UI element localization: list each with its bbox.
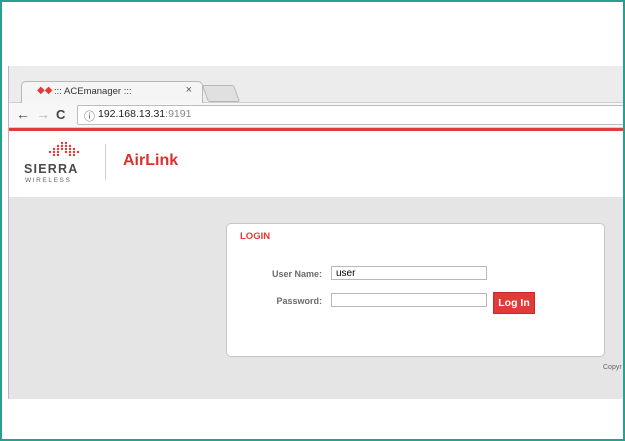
company-name: SIERRA — [24, 162, 78, 176]
back-arrow-icon[interactable]: ← — [16, 106, 30, 122]
tab-strip: ◆◆ ::: ACEmanager ::: × — [9, 66, 623, 103]
address-url[interactable]: 192.168.13.31:9191 — [98, 108, 191, 120]
sierra-wireless-logo: SIERRA WIRELESS — [24, 141, 80, 184]
password-input[interactable] — [331, 293, 487, 307]
logo-divider — [105, 144, 106, 180]
sierra-favicon-icon: ◆◆ — [37, 85, 53, 96]
tab-title: ::: ACEmanager ::: — [54, 86, 132, 97]
browser-tab[interactable]: ◆◆ ::: ACEmanager ::: × — [21, 81, 203, 103]
copyright-text: Copyr — [603, 364, 622, 371]
info-icon[interactable]: ⓘ — [84, 108, 95, 124]
reload-icon[interactable]: C — [56, 107, 65, 122]
browser-window: ◆◆ ::: ACEmanager ::: × ← → C ⓘ 192.168.… — [8, 66, 623, 399]
login-title: LOGIN — [240, 231, 271, 242]
page-header: SIERRA WIRELESS AirLink — [9, 131, 623, 197]
new-tab-button[interactable] — [201, 85, 241, 102]
url-port: :9191 — [165, 108, 192, 120]
tab-close-icon[interactable]: × — [186, 84, 192, 96]
password-label: Password: — [276, 296, 322, 306]
forward-arrow-icon[interactable]: → — [36, 106, 50, 122]
airlink-product-name: AirLink — [123, 152, 179, 169]
username-input[interactable] — [331, 266, 487, 280]
content-area: LOGIN User Name: Password: Log In Copyr — [9, 197, 623, 399]
login-button[interactable]: Log In — [493, 292, 535, 314]
username-label: User Name: — [271, 269, 322, 279]
address-bar[interactable]: ⓘ 192.168.13.31:9191 — [77, 105, 623, 125]
web-page: SIERRA WIRELESS AirLink LOGIN User Name:… — [9, 128, 623, 399]
company-sub: WIRELESS — [25, 177, 71, 184]
url-host: 192.168.13.31 — [98, 108, 166, 120]
browser-toolbar: ← → C ⓘ 192.168.13.31:9191 — [9, 103, 623, 128]
screenshot-frame: ◆◆ ::: ACEmanager ::: × ← → C ⓘ 192.168.… — [0, 0, 625, 441]
login-panel: LOGIN User Name: Password: Log In — [226, 223, 605, 357]
